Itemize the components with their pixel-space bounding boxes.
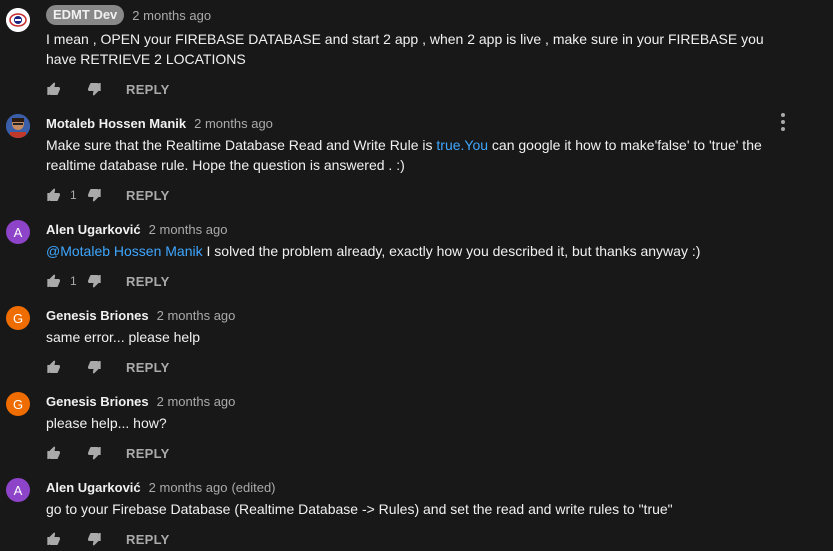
author-name[interactable]: Alen Ugarković: [46, 222, 141, 237]
comment-header: Genesis Briones 2 months ago: [46, 390, 235, 412]
user-photo-icon: [6, 114, 30, 138]
comment-header: Genesis Briones 2 months ago: [46, 304, 235, 326]
avatar[interactable]: A: [6, 478, 30, 502]
thumbs-up-icon[interactable]: [46, 359, 62, 375]
author-name[interactable]: Genesis Briones: [46, 394, 149, 409]
reply-button[interactable]: REPLY: [126, 188, 170, 203]
avatar-letter: G: [12, 310, 24, 326]
reply-button[interactable]: REPLY: [126, 446, 170, 461]
reply-button[interactable]: REPLY: [126, 82, 170, 97]
thumbs-up-icon[interactable]: [46, 445, 62, 461]
avatar[interactable]: [6, 114, 30, 138]
thumbs-down-icon[interactable]: [86, 445, 102, 461]
author-name[interactable]: Motaleb Hossen Manik: [46, 116, 186, 131]
comment-text: please help... how?: [46, 415, 167, 431]
avatar[interactable]: G: [6, 392, 30, 416]
comment-actions: REPLY: [46, 79, 170, 99]
thumbs-up-icon[interactable]: [46, 531, 62, 547]
thumbs-down-icon[interactable]: [86, 187, 102, 203]
thumbs-up-icon[interactable]: [46, 81, 62, 97]
reply-button[interactable]: REPLY: [126, 360, 170, 375]
comment-time[interactable]: 2 months ago: [157, 308, 236, 323]
like-count: 1: [70, 274, 77, 288]
reply-button[interactable]: REPLY: [126, 274, 170, 289]
author-name[interactable]: EDMT Dev: [46, 5, 125, 25]
avatar-letter: A: [13, 224, 23, 240]
reply-button[interactable]: REPLY: [126, 532, 170, 547]
comment-text: Make sure that the Realtime Database Rea…: [46, 135, 781, 175]
thumbs-down-icon[interactable]: [86, 531, 102, 547]
mention-link[interactable]: @Motaleb Hossen Manik: [46, 243, 203, 259]
comment-actions: 1 REPLY: [46, 185, 170, 205]
comment-time[interactable]: 2 months ago: [149, 222, 228, 237]
comment-actions: REPLY: [46, 529, 170, 549]
thumbs-up-icon[interactable]: [46, 187, 62, 203]
comment-thread: EDMT Dev 2 months ago I mean , OPEN your…: [0, 0, 833, 551]
edited-label: (edited): [231, 479, 276, 495]
comment-header: Alen Ugarković 2 months ago: [46, 218, 227, 240]
avatar[interactable]: [6, 8, 30, 32]
comment-time[interactable]: 2 months ago: [132, 8, 211, 23]
comment-text: I mean , OPEN your FIREBASE DATABASE and…: [46, 31, 764, 67]
author-name[interactable]: Alen Ugarković: [46, 480, 141, 495]
comment-header: EDMT Dev 2 months ago: [46, 4, 211, 26]
comment-link[interactable]: true.You: [436, 137, 488, 153]
author-name[interactable]: Genesis Briones: [46, 308, 149, 323]
like-count: 1: [70, 188, 77, 202]
comment-time[interactable]: 2 months ago: [194, 116, 273, 131]
comment-text-body: I solved the problem already, exactly ho…: [202, 243, 701, 259]
more-vertical-icon[interactable]: [777, 112, 789, 132]
avatar[interactable]: A: [6, 220, 30, 244]
comment-header: Motaleb Hossen Manik 2 months ago: [46, 112, 273, 134]
comment-text: @Motaleb Hossen Manik I solved the probl…: [46, 241, 781, 261]
avatar[interactable]: G: [6, 306, 30, 330]
avatar-letter: G: [12, 396, 24, 412]
avatar-letter: A: [13, 482, 23, 498]
comment-actions: 1 REPLY: [46, 271, 170, 291]
comment-text: same error... please help: [46, 329, 201, 345]
thumbs-down-icon[interactable]: [86, 81, 102, 97]
thumbs-down-icon[interactable]: [86, 359, 102, 375]
comment-text-start: Make sure that the Realtime Database Rea…: [46, 137, 437, 153]
thumbs-down-icon[interactable]: [86, 273, 102, 289]
comment-actions: REPLY: [46, 357, 170, 377]
comment-header: Alen Ugarković 2 months ago (edited): [46, 476, 276, 498]
comment-text: go to your Firebase Database (Realtime D…: [46, 501, 673, 517]
thumbs-up-icon[interactable]: [46, 273, 62, 289]
edmt-logo-icon: [6, 8, 30, 32]
comment-time[interactable]: 2 months ago: [157, 394, 236, 409]
comment-actions: REPLY: [46, 443, 170, 463]
comment-time[interactable]: 2 months ago: [149, 480, 228, 495]
